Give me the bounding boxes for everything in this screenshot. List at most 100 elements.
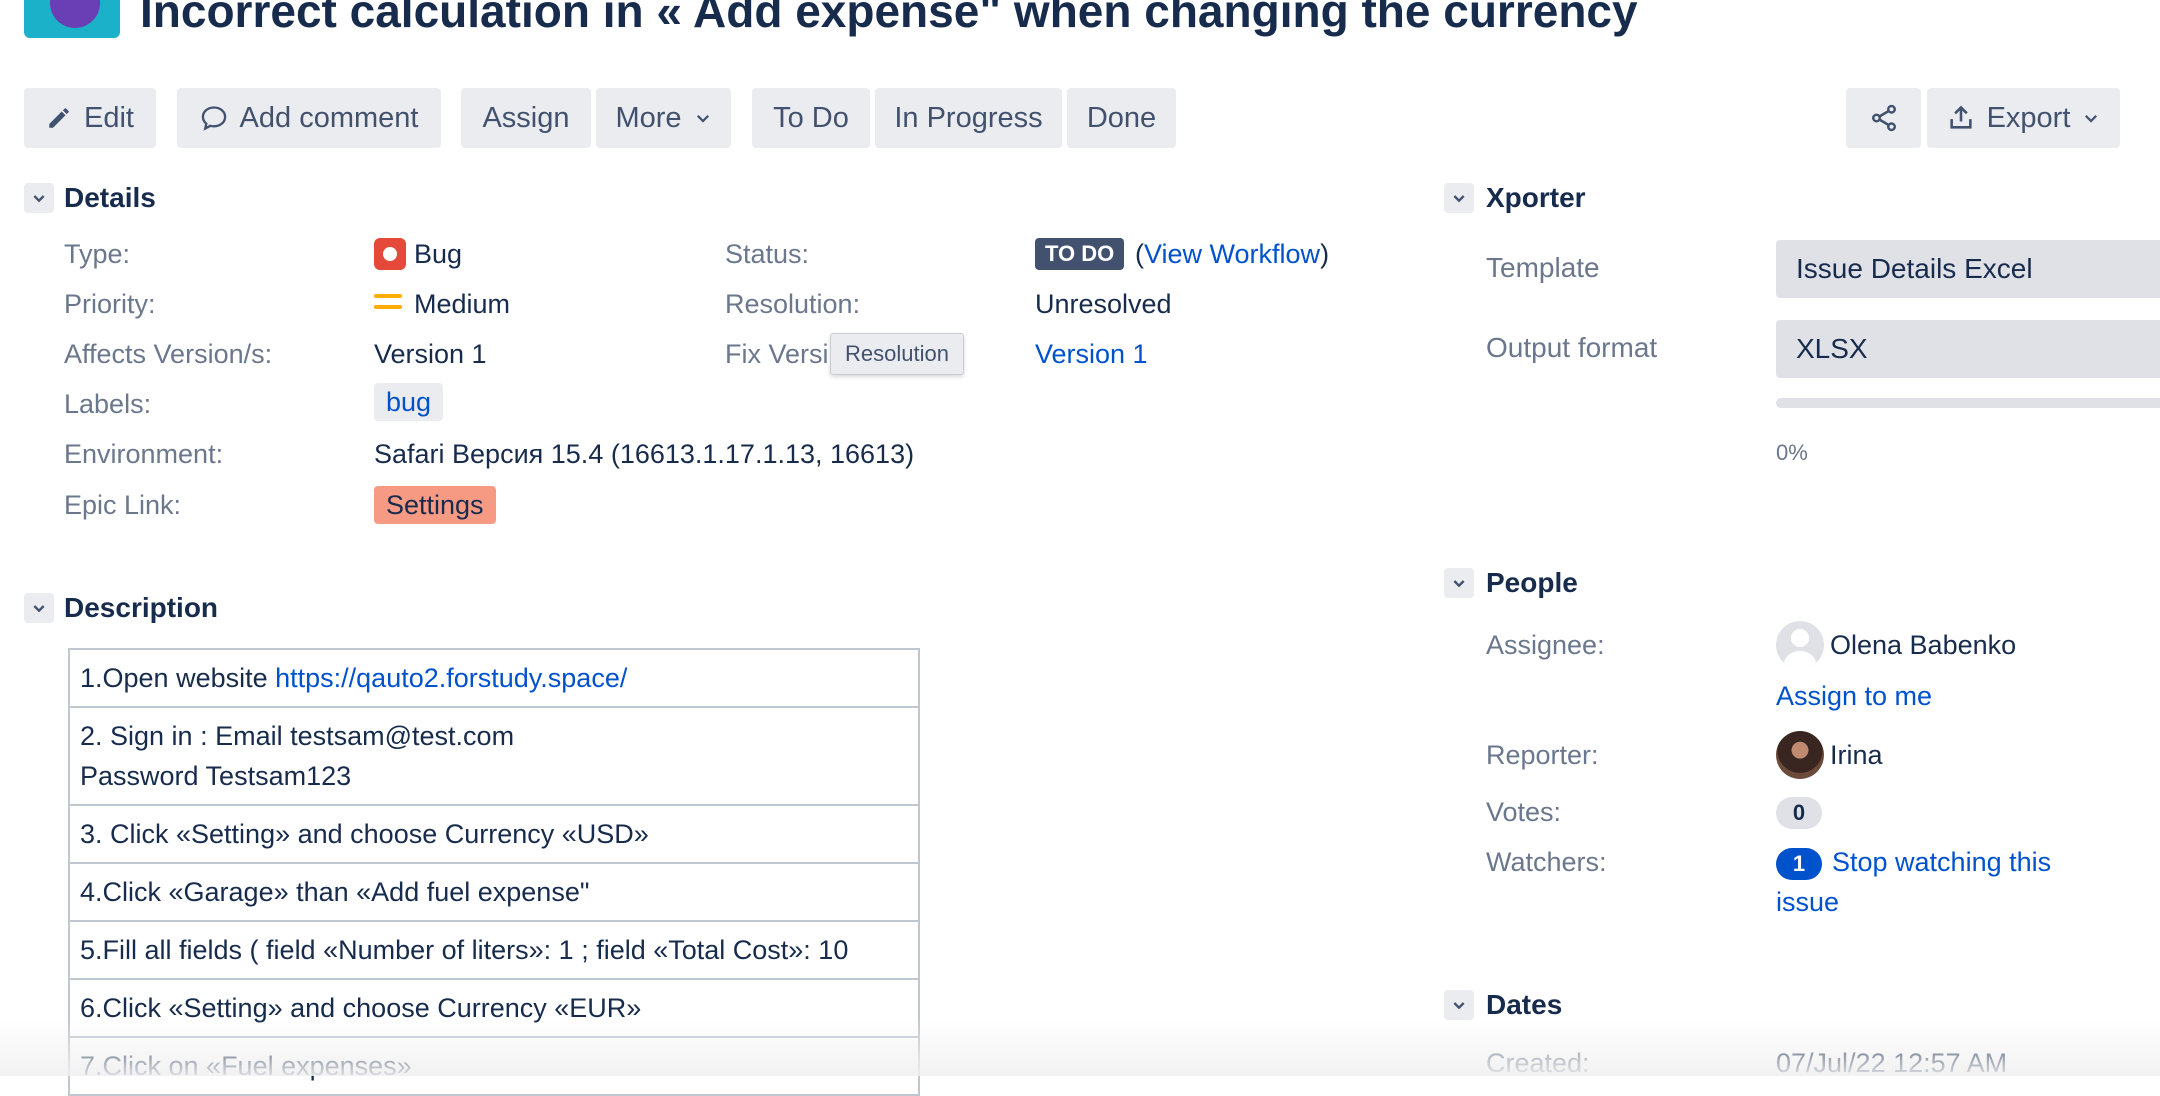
affects-version-label: Affects Version/s: [64,339,273,369]
export-progress-text: 0% [1776,440,1808,465]
dates-toggle[interactable] [1444,990,1474,1020]
table-row: 5.Fill all fields ( field «Number of lit… [68,920,920,980]
priority-label: Priority: [64,289,156,319]
status-label: Status: [725,239,810,269]
stop-watching-link-cont[interactable]: issue [1776,887,1839,918]
more-button[interactable]: More [596,88,731,148]
description-toggle[interactable] [24,593,54,623]
export-progress-bar [1776,398,2160,408]
todo-label: To Do [773,101,849,134]
label-chip-bug[interactable]: bug [374,383,444,421]
stop-watching-link[interactable]: Stop watching this [1832,847,2051,878]
project-avatar [24,0,120,38]
assign-to-me-link[interactable]: Assign to me [1776,681,1932,712]
created-label: Created: [1486,1048,1590,1078]
type-value: Bug [414,239,463,269]
people-toggle[interactable] [1444,568,1474,598]
export-button[interactable]: Export [1927,88,2120,148]
website-link[interactable]: https://qauto2.forstudy.space/ [275,663,627,693]
votes-count-badge[interactable]: 0 [1776,797,1822,829]
pencil-icon [49,108,69,128]
epic-link-chip[interactable]: Settings [374,486,496,524]
priority-medium-icon [374,294,402,314]
assignee-avatar [1776,621,1824,669]
step-cell: 7.Click on «Fuel expenses» [68,1036,920,1096]
details-heading: Details [64,182,156,213]
chevron-down-icon [1453,1002,1465,1010]
table-row: 1.Open website https://qauto2.forstudy.s… [68,648,920,708]
table-row: 4.Click «Garage» than «Add fuel expense" [68,862,920,922]
step-text: Password Testsam123 [80,761,352,791]
description-heading: Description [64,592,219,623]
votes-label: Votes: [1486,797,1562,827]
chevron-down-icon [1453,580,1465,588]
done-transition-button[interactable]: Done [1067,88,1176,148]
fix-version-label: Fix Versi [725,339,829,369]
assignee-label: Assignee: [1486,630,1605,660]
comment-icon [201,106,226,131]
created-value: 07/Jul/22 12:57 AM [1776,1048,2008,1078]
labels-label: Labels: [64,389,152,419]
resolution-label: Resolution: [725,289,861,319]
template-select[interactable]: Issue Details Excel [1776,240,2160,298]
in-progress-label: In Progress [894,101,1043,134]
step-cell: 5.Fill all fields ( field «Number of lit… [68,920,920,980]
edit-label: Edit [84,101,134,134]
status-badge: TO DO [1035,238,1125,270]
share-button[interactable] [1846,88,1921,148]
table-row: 2. Sign in : Email testsam@test.com Passw… [68,706,920,806]
resolution-value: Unresolved [1035,289,1172,319]
xporter-heading: Xporter [1486,182,1586,213]
table-row: 6.Click «Setting» and choose Currency «E… [68,978,920,1038]
type-label: Type: [64,239,131,269]
step-cell: 2. Sign in : Email testsam@test.com Passw… [68,706,920,806]
todo-transition-button[interactable]: To Do [752,88,870,148]
output-format-select[interactable]: XLSX [1776,320,2160,378]
reporter-avatar [1776,731,1824,779]
description-steps-table: 1.Open website https://qauto2.forstudy.s… [68,648,920,1096]
upload-icon [1949,105,1972,129]
environment-value: Safari Версия 15.4 (16613.1.17.1.13, 166… [374,439,915,469]
people-heading: People [1486,567,1578,598]
step-cell: 1.Open website https://qauto2.forstudy.s… [68,648,920,708]
add-comment-button[interactable]: Add comment [177,88,441,148]
assign-button[interactable]: Assign [461,88,591,148]
details-toggle[interactable] [24,183,54,213]
fix-version-value[interactable]: Version 1 [1035,339,1148,370]
resolution-tooltip: Resolution [830,333,964,375]
assignee-name[interactable]: Olena Babenko [1830,630,2016,661]
watchers-label: Watchers: [1486,847,1607,877]
chevron-down-icon [33,605,45,613]
reporter-name[interactable]: Irina [1830,740,1883,771]
assign-label: Assign [482,101,570,134]
priority-value: Medium [414,289,511,319]
environment-label: Environment: [64,439,224,469]
affects-version-value[interactable]: Version 1 [374,339,487,370]
table-row: 3. Click «Setting» and choose Currency «… [68,804,920,864]
xporter-toggle[interactable] [1444,183,1474,213]
export-label: Export [1986,101,2071,134]
edit-button[interactable]: Edit [24,88,156,148]
issue-title: Incorrect calculation in « Add expense" … [140,0,1638,37]
reporter-label: Reporter: [1486,740,1599,770]
view-workflow-link[interactable]: View Workflow [1144,239,1320,269]
share-icon [1871,104,1896,132]
step-cell: 4.Click «Garage» than «Add fuel expense" [68,862,920,922]
chevron-down-icon [1453,195,1465,203]
template-label: Template [1486,252,1600,283]
add-comment-label: Add comment [239,101,419,134]
step-text: 1.Open website [80,663,276,693]
epic-link-label: Epic Link: [64,490,182,520]
chevron-down-icon [696,114,709,123]
chevron-down-icon [33,195,45,203]
step-cell: 6.Click «Setting» and choose Currency «E… [68,978,920,1038]
dates-heading: Dates [1486,989,1563,1020]
watchers-count-badge[interactable]: 1 [1776,848,1822,880]
table-row: 7.Click on «Fuel expenses» [68,1036,920,1096]
in-progress-transition-button[interactable]: In Progress [875,88,1062,148]
output-format-label: Output format [1486,332,1658,363]
step-text: 2. Sign in : Email testsam@test.com [80,721,515,751]
chevron-down-icon [2085,114,2098,123]
bug-icon [374,238,406,270]
more-label: More [615,101,682,134]
